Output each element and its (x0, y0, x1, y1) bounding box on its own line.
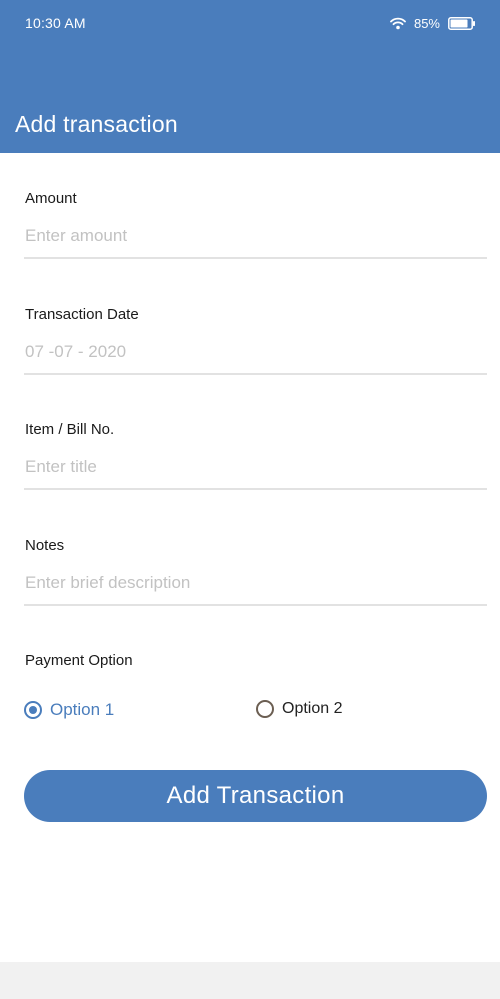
payment-option-1-radio[interactable]: Option 1 (24, 700, 114, 720)
payment-option-group: Payment Option Option 1 Option 2 (24, 652, 487, 732)
notes-field-group: Notes (24, 537, 487, 629)
transaction-date-input[interactable] (24, 335, 487, 375)
page-title: Add transaction (15, 111, 178, 137)
payment-option-1-label: Option 1 (50, 700, 115, 719)
wifi-icon (390, 17, 406, 30)
amount-input[interactable] (24, 219, 487, 259)
item-bill-field-group: Item / Bill No. (24, 421, 487, 513)
payment-option-2-label: Option 2 (282, 700, 343, 717)
add-transaction-button[interactable]: Add Transaction (24, 770, 487, 822)
radio-selected-icon (24, 701, 42, 719)
notes-label: Notes (25, 537, 65, 554)
notes-input[interactable] (24, 566, 487, 606)
item-bill-label: Item / Bill No. (25, 421, 115, 438)
battery-percentage: 85% (413, 15, 440, 31)
transaction-date-field-group: Transaction Date (24, 306, 487, 398)
status-bar: 10:30 AM 85% (0, 0, 500, 46)
battery-icon (448, 16, 476, 30)
payment-option-label: Payment Option (25, 652, 133, 669)
app-bar: 10:30 AM 85% Add transaction (0, 0, 500, 153)
amount-label: Amount (25, 190, 77, 207)
status-indicators: 85% (390, 14, 476, 32)
item-bill-input[interactable] (24, 450, 487, 490)
status-time: 10:30 AM (25, 15, 86, 31)
radio-unselected-icon (256, 700, 274, 718)
amount-field-group: Amount (24, 190, 487, 282)
transaction-date-label: Transaction Date (25, 306, 139, 323)
bottom-navigation-area (0, 962, 500, 999)
payment-option-2-radio[interactable]: Option 2 (256, 700, 342, 718)
